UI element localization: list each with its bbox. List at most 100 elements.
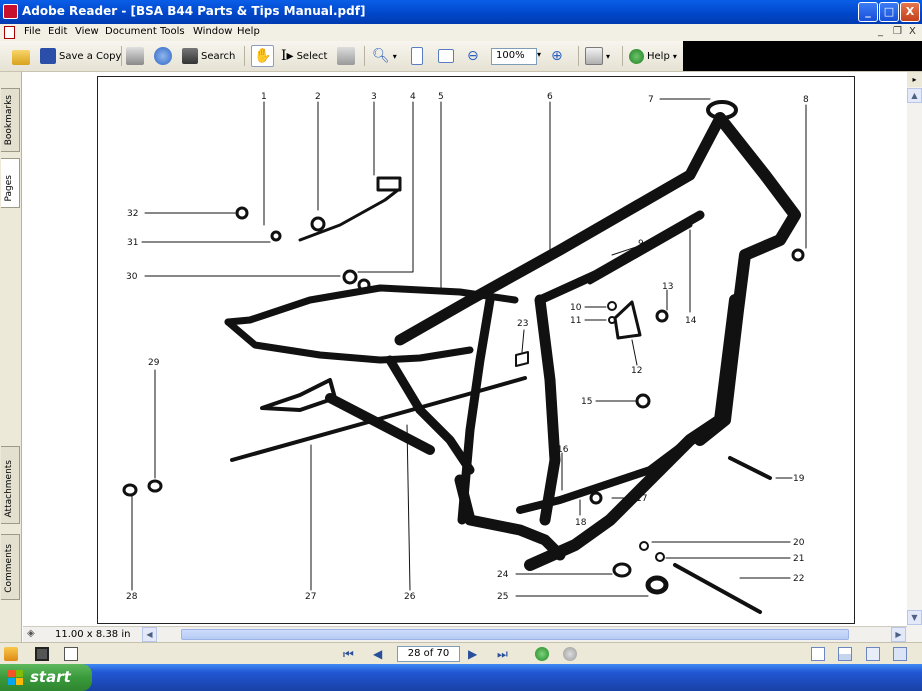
rotate-view-icon: [585, 47, 603, 65]
page-size-label: 11.00 x 8.38 in: [55, 629, 131, 640]
zoom-in-tool-button[interactable]: 🔍︎ ▾: [372, 45, 397, 67]
bolt-22: [673, 563, 762, 614]
callout-16: 16: [557, 445, 569, 455]
menu-view[interactable]: View: [75, 26, 99, 37]
single-page-icon[interactable]: [811, 647, 825, 661]
help-icon: [629, 48, 644, 64]
vertical-scrollbar[interactable]: ▸ ▲ ▼: [907, 72, 922, 642]
engine-plate: [260, 378, 337, 412]
callout-10: 10: [570, 303, 582, 313]
scroll-up-button[interactable]: ▲: [907, 88, 922, 103]
minimize-button[interactable]: _: [858, 2, 878, 22]
chevron-down-icon: ▾: [672, 51, 677, 61]
washer-24: [612, 562, 632, 578]
previous-page-icon[interactable]: ◀: [373, 647, 387, 661]
adobe-reader-icon: [3, 4, 18, 19]
zoom-out-button[interactable]: ⊖: [467, 45, 479, 67]
scrollbar-thumb[interactable]: [181, 629, 849, 640]
callout-20: 20: [793, 538, 805, 548]
zoom-input[interactable]: 100%: [491, 48, 537, 65]
callout-19: 19: [793, 474, 805, 484]
start-label: start: [30, 668, 71, 686]
navigation-pane: Bookmarks Pages Attachments Comments: [0, 72, 22, 642]
pane-arrow-icon[interactable]: ▸: [907, 72, 922, 87]
doc-minimize-button[interactable]: _: [878, 26, 883, 37]
menu-tools[interactable]: Tools: [160, 26, 185, 37]
taskbar: start: [0, 664, 922, 691]
show-pane-icon[interactable]: [35, 647, 49, 661]
close-button[interactable]: X: [900, 2, 920, 22]
callout-13: 13: [662, 282, 673, 292]
status-bar: ⏮ ◀ 28 of 70 ▶ ⏭: [0, 642, 922, 664]
maximize-button[interactable]: □: [879, 2, 899, 22]
next-page-icon[interactable]: ▶: [468, 647, 482, 661]
scroll-left-button[interactable]: ◀: [142, 627, 157, 642]
toolbar-separator: [244, 46, 245, 66]
menu-edit[interactable]: Edit: [48, 26, 67, 37]
last-page-icon[interactable]: ⏭: [497, 647, 511, 661]
callout-25: 25: [497, 592, 508, 602]
doc-close-button[interactable]: X: [909, 26, 916, 37]
search-button[interactable]: Search: [182, 45, 235, 67]
window-title: Adobe Reader - [BSA B44 Parts & Tips Man…: [22, 4, 366, 18]
bolt-32: [235, 206, 249, 220]
pane-toggle-icon[interactable]: [4, 647, 18, 661]
start-button[interactable]: start: [0, 664, 92, 691]
tie-rod: [587, 222, 693, 285]
rotate-button[interactable]: ▾: [585, 45, 610, 67]
callout-32: 32: [127, 209, 138, 219]
doc-restore-button[interactable]: ❐: [893, 26, 902, 37]
save-copy-button[interactable]: Save a Copy: [40, 45, 121, 67]
tab-bookmarks[interactable]: Bookmarks: [1, 88, 20, 152]
page-number-input[interactable]: 28 of 70: [397, 646, 460, 662]
open-button[interactable]: [12, 45, 30, 67]
callout-26: 26: [404, 592, 416, 602]
zoom-dropdown-icon[interactable]: ▾: [537, 50, 541, 59]
continuous-icon[interactable]: [838, 647, 852, 661]
zoom-in-button[interactable]: ⊕: [551, 45, 563, 67]
callout-2: 2: [315, 92, 321, 102]
hand-tool-button[interactable]: ✋: [251, 45, 275, 67]
callout-12: 12: [631, 366, 642, 376]
nut-17: [589, 491, 603, 505]
tab-pages[interactable]: Pages: [1, 158, 20, 208]
facing-icon[interactable]: [866, 647, 880, 661]
menu-file[interactable]: File: [24, 26, 41, 37]
email-button[interactable]: [154, 45, 172, 67]
callout-18: 18: [575, 518, 587, 528]
toolbar-separator: [578, 46, 579, 66]
next-view-icon[interactable]: [563, 647, 577, 661]
nut-15: [635, 393, 651, 409]
menu-window[interactable]: Window: [193, 26, 232, 37]
clip-23: [515, 351, 529, 367]
previous-view-icon[interactable]: [535, 647, 549, 661]
washer-11: [608, 316, 616, 324]
callout-24: 24: [497, 570, 509, 580]
document-view[interactable]: 1 2 3 4 5 6 7 8 9 10 11 12 13 14 15 16 1…: [23, 72, 907, 625]
tab-attachments[interactable]: Attachments: [1, 446, 20, 524]
menu-document[interactable]: Document: [105, 26, 157, 37]
tab-comments[interactable]: Comments: [1, 534, 20, 600]
menu-help[interactable]: Help: [237, 26, 260, 37]
scroll-down-button[interactable]: ▼: [907, 610, 922, 625]
continuous-facing-icon[interactable]: [893, 647, 907, 661]
down-tube: [524, 294, 741, 571]
toolbar-separator: [622, 46, 623, 66]
callout-23: 23: [517, 319, 528, 329]
cap-29: [147, 479, 163, 493]
toolbar: Save a Copy Search ✋ I▸ Select 🔍︎ ▾ ⊖ 10…: [0, 41, 922, 72]
help-button[interactable]: Help ▾: [629, 45, 677, 67]
tab-bookmarks-label: Bookmarks: [4, 94, 14, 145]
fit-width-button[interactable]: [438, 45, 454, 67]
scroll-right-button[interactable]: ▶: [891, 627, 906, 642]
print-button[interactable]: [126, 45, 144, 67]
callout-31: 31: [127, 238, 138, 248]
callout-3: 3: [371, 92, 377, 102]
select-tool-button[interactable]: I▸ Select: [281, 45, 327, 67]
snapshot-button[interactable]: [337, 45, 355, 67]
zoom-magnifier-icon: 🔍︎: [372, 48, 390, 64]
hide-pane-icon[interactable]: [64, 647, 78, 661]
washer-20: [639, 541, 649, 551]
fit-page-button[interactable]: [411, 45, 423, 67]
first-page-icon[interactable]: ⏮: [343, 647, 357, 661]
